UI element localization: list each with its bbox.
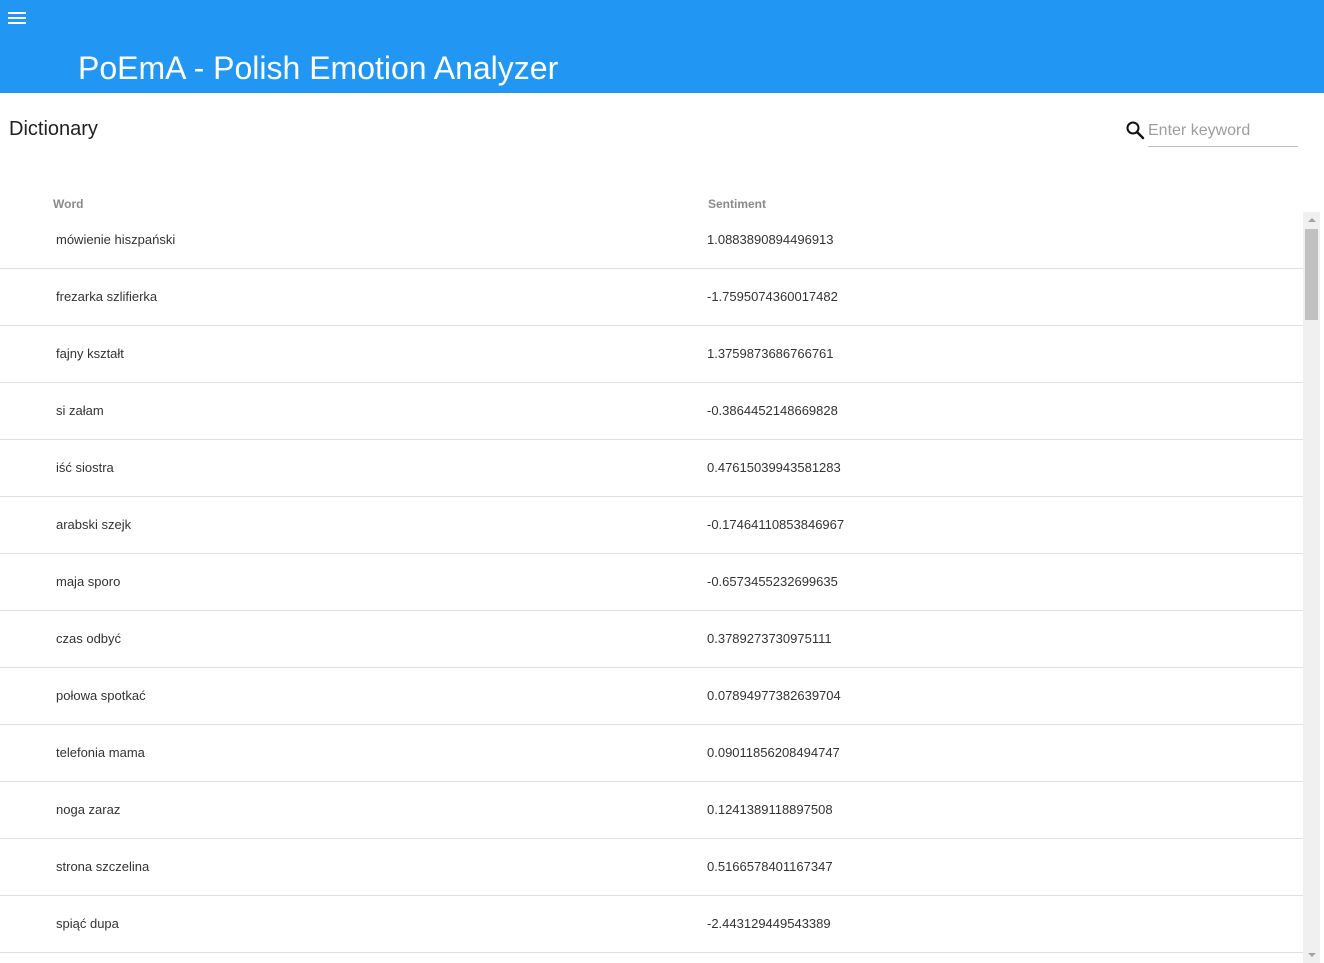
word-cell: połowa spotkać bbox=[56, 688, 146, 703]
table-row[interactable]: maja sporo -0.6573455232699635 bbox=[0, 554, 1303, 611]
table-row[interactable]: noga zaraz 0.1241389118897508 bbox=[0, 782, 1303, 839]
word-cell: frezarka szlifierka bbox=[56, 289, 158, 304]
scrollbar-thumb[interactable] bbox=[1305, 229, 1318, 320]
table-row[interactable]: połowa spotkać 0.07894977382639704 bbox=[0, 668, 1303, 725]
table-row[interactable]: mówienie hiszpański 1.0883890894496913 bbox=[0, 212, 1303, 269]
sentiment-cell: 1.3759873686766761 bbox=[707, 346, 834, 361]
table-row[interactable]: strona szczelina 0.5166578401167347 bbox=[0, 839, 1303, 896]
search-icon[interactable] bbox=[1125, 120, 1145, 140]
scroll-down-arrow-icon[interactable] bbox=[1303, 946, 1320, 963]
sentiment-cell: -0.17464110853846967 bbox=[707, 517, 845, 532]
column-header-sentiment[interactable]: Sentiment bbox=[708, 197, 766, 211]
word-cell: telefonia mama bbox=[56, 745, 145, 760]
sentiment-cell: 0.07894977382639704 bbox=[707, 688, 841, 703]
sentiment-cell: 0.09011856208494747 bbox=[707, 745, 840, 760]
app-title: PoEmA - Polish Emotion Analyzer bbox=[78, 50, 559, 86]
table-row[interactable]: fajny kształt 1.3759873686766761 bbox=[0, 326, 1303, 383]
word-cell: noga zaraz bbox=[56, 802, 121, 817]
sentiment-cell: -0.6573455232699635 bbox=[707, 574, 838, 589]
table-row[interactable]: iść siostra 0.47615039943581283 bbox=[0, 440, 1303, 497]
table-scrollbar[interactable] bbox=[1303, 212, 1320, 963]
table-row[interactable]: arabski szejk -0.17464110853846967 bbox=[0, 497, 1303, 554]
page-title: Dictionary bbox=[9, 118, 98, 140]
word-cell: fajny kształt bbox=[56, 346, 124, 361]
hamburger-menu-icon[interactable] bbox=[8, 11, 26, 25]
word-cell: arabski szejk bbox=[56, 517, 132, 532]
scroll-up-arrow-icon[interactable] bbox=[1303, 212, 1320, 229]
search-input[interactable] bbox=[1148, 116, 1298, 147]
word-cell: czas odbyć bbox=[56, 631, 122, 646]
column-header-word[interactable]: Word bbox=[53, 197, 83, 211]
sentiment-cell: -2.443129449543389 bbox=[707, 916, 831, 931]
sentiment-cell: 0.5166578401167347 bbox=[707, 859, 833, 874]
table-row[interactable]: si załam -0.3864452148669828 bbox=[0, 383, 1303, 440]
sentiment-cell: 0.47615039943581283 bbox=[707, 460, 841, 475]
sentiment-cell: 0.1241389118897508 bbox=[707, 802, 833, 817]
table-row[interactable]: frezarka szlifierka -1.7595074360017482 bbox=[0, 269, 1303, 326]
word-cell: strona szczelina bbox=[56, 859, 150, 874]
app-bar: PoEmA - Polish Emotion Analyzer bbox=[0, 0, 1324, 93]
word-cell: maja sporo bbox=[56, 574, 121, 589]
sentiment-cell: 0.3789273730975111 bbox=[707, 631, 832, 646]
sentiment-cell: 1.0883890894496913 bbox=[707, 232, 834, 247]
table-row[interactable]: czas odbyć 0.3789273730975111 bbox=[0, 611, 1303, 668]
word-cell: iść siostra bbox=[56, 460, 114, 475]
table-row[interactable]: spiąć dupa -2.443129449543389 bbox=[0, 896, 1303, 953]
sentiment-cell: -1.7595074360017482 bbox=[707, 289, 838, 304]
word-cell: mówienie hiszpański bbox=[56, 232, 176, 247]
word-cell: spiąć dupa bbox=[56, 916, 119, 931]
table-row[interactable]: telefonia mama 0.09011856208494747 bbox=[0, 725, 1303, 782]
dictionary-table: mówienie hiszpański 1.0883890894496913 f… bbox=[0, 212, 1303, 963]
word-cell: si załam bbox=[56, 403, 104, 418]
sentiment-cell: -0.3864452148669828 bbox=[707, 403, 838, 418]
